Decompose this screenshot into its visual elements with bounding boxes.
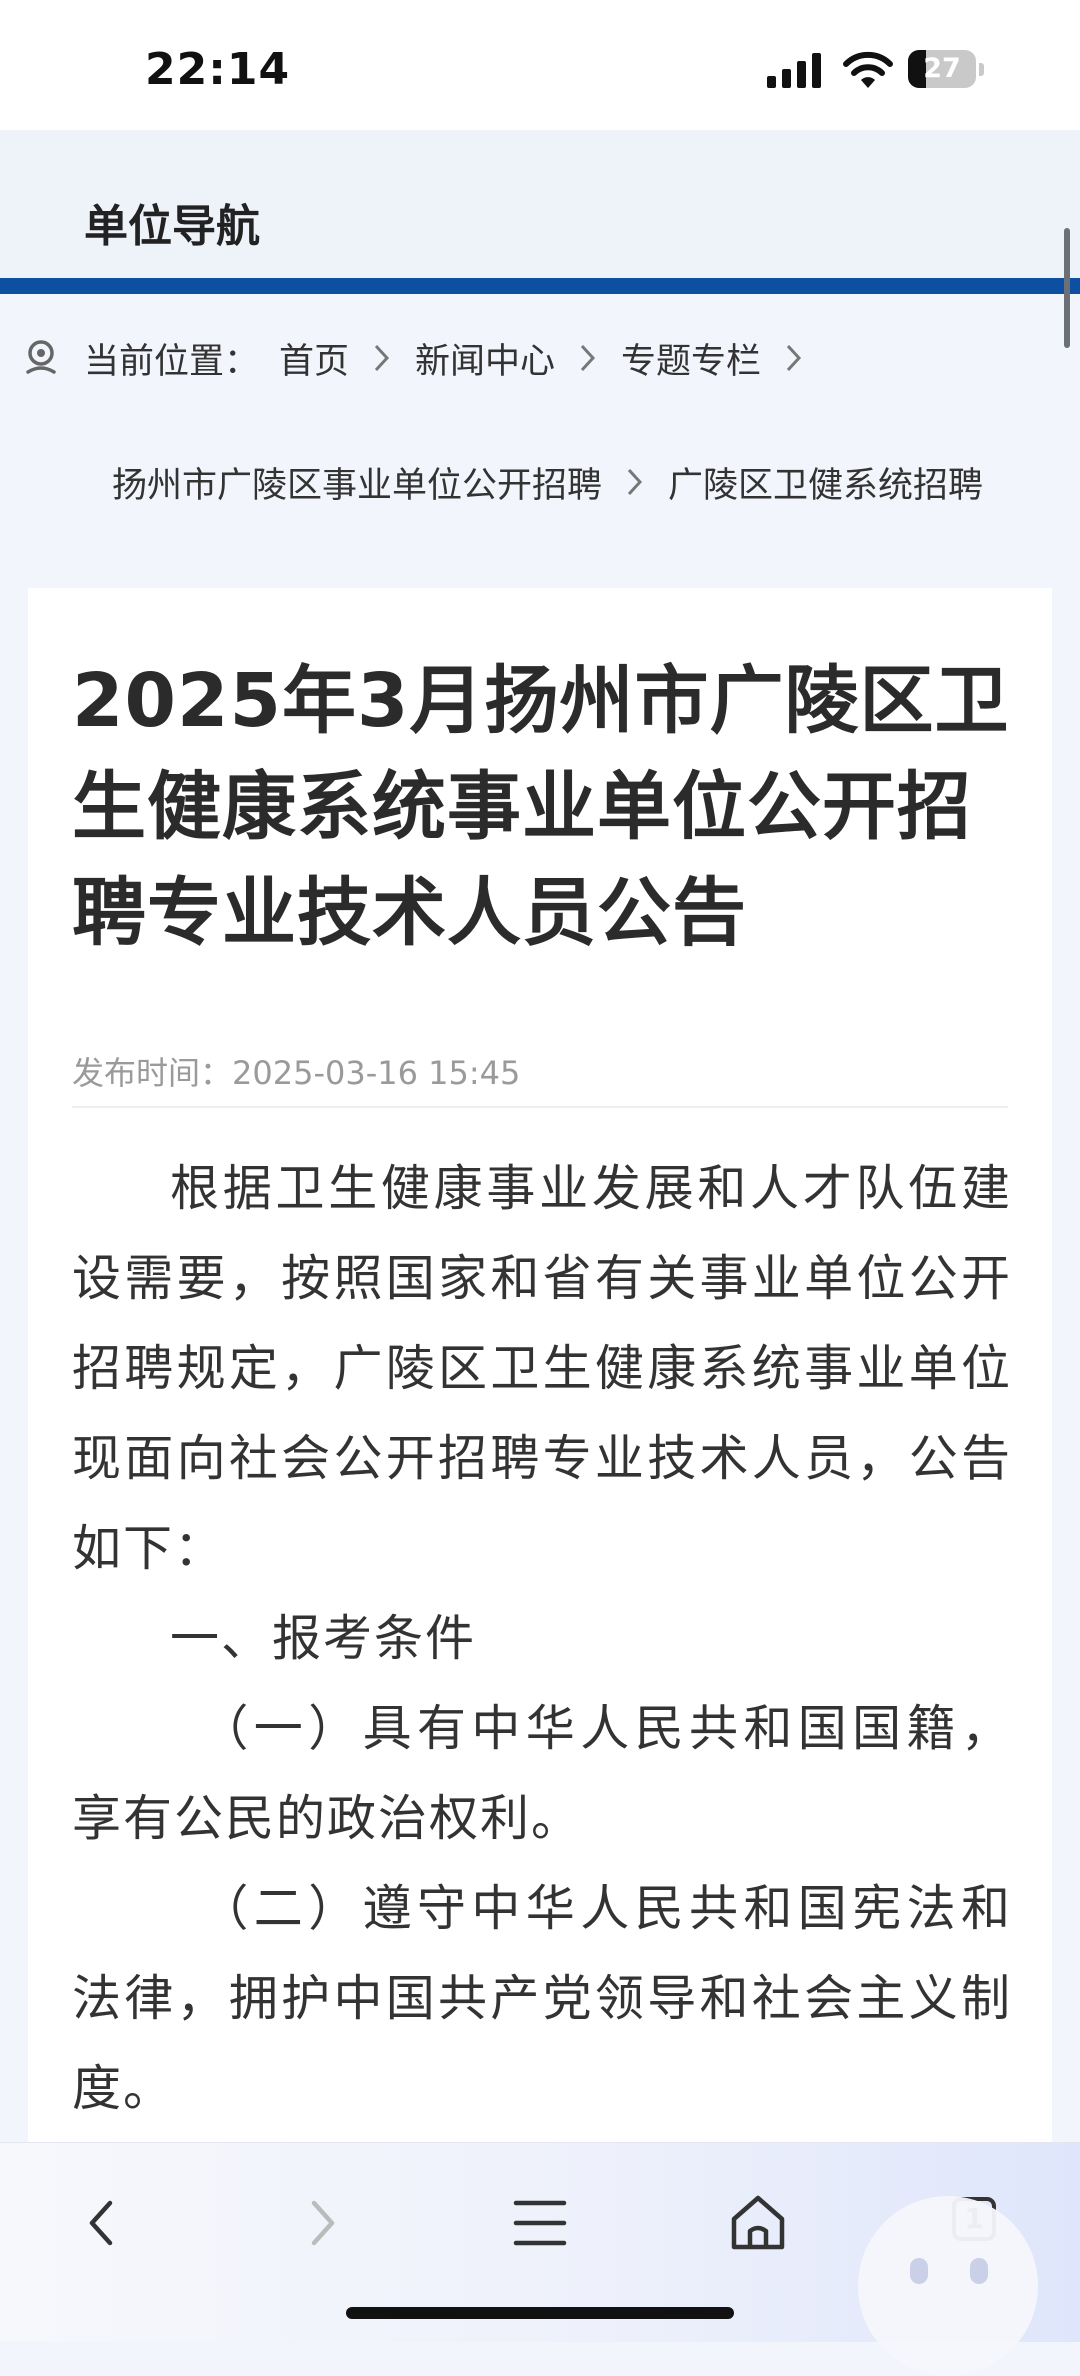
breadcrumb-home[interactable]: 首页 (279, 333, 349, 384)
paragraph: （二）遵守中华人民共和国宪法和法律，拥护中国共产党领导和社会主义制度。 (72, 1880, 1012, 2117)
publish-time: 2025-03-16 15:45 (232, 1054, 521, 1092)
section-heading: 一、报考条件 (170, 1610, 477, 1667)
location-icon (26, 340, 56, 374)
paragraph: （一）具有中华人民共和国国籍，享有公民的政治权利。 (72, 1700, 1012, 1847)
publish-info: 发布时间：2025-03-16 15:45 (72, 1048, 520, 1094)
chevron-right-icon (580, 344, 596, 372)
home-indicator[interactable] (346, 2307, 734, 2319)
battery-icon: 27 (908, 50, 986, 90)
publish-label: 发布时间： (72, 1054, 233, 1092)
chevron-right-icon (627, 468, 643, 496)
battery-level: 27 (923, 53, 961, 84)
header-accent-rule (0, 278, 1080, 294)
breadcrumb-continued: 扬州市广陵区事业单位公开招聘 广陵区卫健系统招聘 (112, 454, 983, 510)
assistant-floating-icon[interactable] (858, 2196, 1038, 2376)
breadcrumb-special-column[interactable]: 专题专栏 (621, 333, 761, 384)
status-time: 22:14 (145, 44, 291, 95)
article-title: 2025年3月扬州市广陵区卫生健康系统事业单位公开招聘专业技术人员公告 (72, 658, 1010, 956)
scrollbar-thumb[interactable] (1064, 228, 1070, 348)
chevron-right-icon (374, 344, 390, 372)
article-card: 2025年3月扬州市广陵区卫生健康系统事业单位公开招聘专业技术人员公告 发布时间… (28, 588, 1052, 2148)
unit-navigation-header[interactable]: 单位导航 (0, 130, 1080, 278)
paragraph: 根据卫生健康事业发展和人才队伍建设需要，按照国家和省有关事业单位公开招聘规定，广… (72, 1160, 1012, 1577)
status-bar: 22:14 27 (0, 0, 1080, 130)
breadcrumb-yangzhou-recruitment[interactable]: 扬州市广陵区事业单位公开招聘 (112, 457, 602, 508)
wifi-icon (843, 51, 893, 88)
divider (72, 1106, 1008, 1108)
breadcrumb: 当前位置： 首页 新闻中心 专题专栏 (24, 330, 827, 386)
unit-navigation-title[interactable]: 单位导航 (84, 190, 260, 254)
back-arrow-icon (89, 2200, 113, 2246)
signal-icon (767, 53, 821, 88)
breadcrumb-prefix: 当前位置： (84, 341, 260, 382)
menu-icon (513, 2200, 567, 2246)
home-button[interactable] (718, 2183, 798, 2263)
menu-button[interactable] (500, 2183, 580, 2263)
breadcrumb-health-recruitment[interactable]: 广陵区卫健系统招聘 (668, 457, 983, 508)
home-icon (731, 2195, 785, 2250)
breadcrumb-news-center[interactable]: 新闻中心 (415, 333, 555, 384)
forward-arrow-icon (311, 2200, 335, 2246)
article-content: 根据卫生健康事业发展和人才队伍建设需要，按照国家和省有关事业单位公开招聘规定，广… (72, 1144, 1012, 2134)
forward-button[interactable] (282, 2183, 362, 2263)
back-button[interactable] (62, 2183, 142, 2263)
chevron-right-icon (786, 344, 802, 372)
